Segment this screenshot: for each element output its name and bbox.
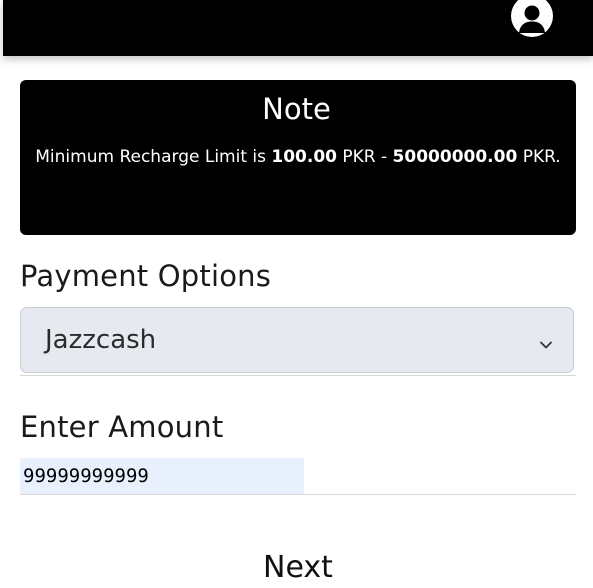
payment-divider (20, 375, 576, 376)
top-nav-bar (3, 0, 593, 56)
note-text-after: PKR. (517, 147, 561, 167)
note-title: Note (262, 92, 331, 126)
note-min-amount: 100.00 (271, 147, 337, 167)
chevron-down-icon (539, 335, 553, 349)
note-text-mid: PKR - (336, 147, 393, 167)
user-avatar-icon[interactable] (511, 0, 553, 38)
note-text-before: Minimum Recharge Limit is (35, 147, 272, 167)
note-max-amount: 50000000.00 (392, 147, 518, 167)
payment-options-label: Payment Options (20, 259, 272, 293)
recharge-page: Note Minimum Recharge Limit is 100.00 PK… (0, 0, 593, 588)
payment-method-value: Jazzcash (45, 325, 157, 355)
amount-input[interactable] (20, 458, 304, 494)
next-button[interactable]: Next (200, 546, 396, 588)
note-text: Minimum Recharge Limit is 100.00 PKR - 5… (32, 142, 564, 172)
amount-divider (20, 494, 576, 495)
enter-amount-label: Enter Amount (20, 410, 224, 444)
payment-method-select[interactable]: Jazzcash (20, 307, 574, 373)
